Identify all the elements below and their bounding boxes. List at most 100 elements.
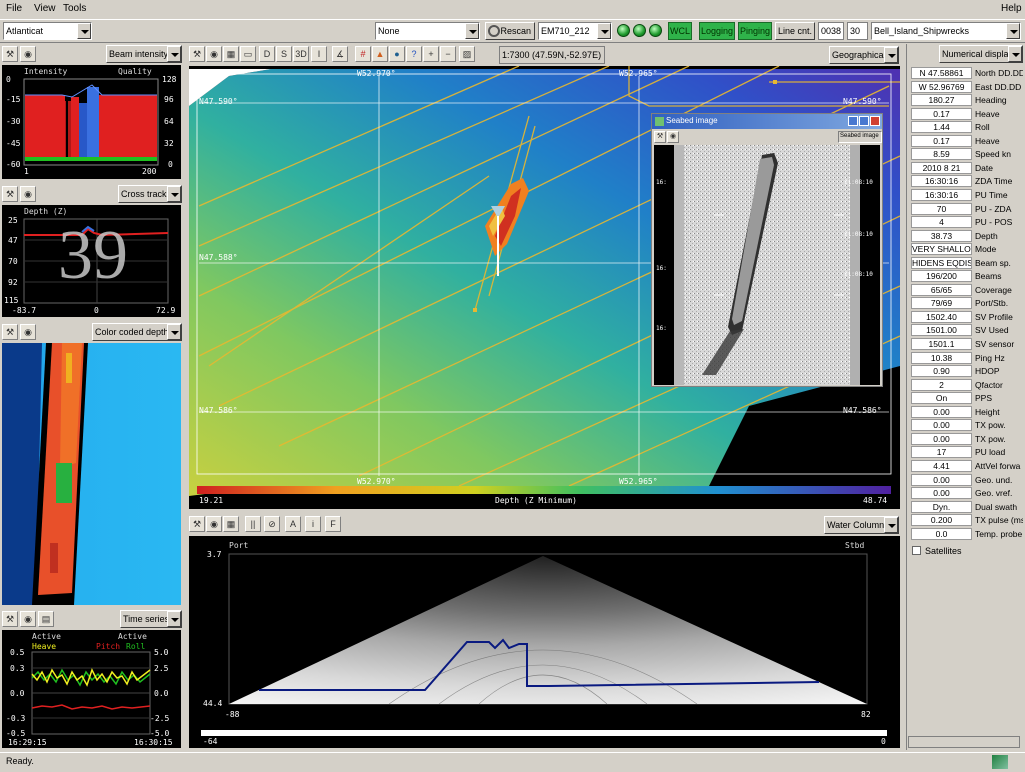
minimize-icon[interactable] [848,116,858,126]
numeric-row: 10.38 Ping Hz [911,351,1023,365]
pause-icon[interactable]: || [245,516,261,532]
view-s-button[interactable]: S [276,46,292,62]
close-icon[interactable] [870,116,880,126]
none-select[interactable]: None [375,22,480,40]
numeric-row: 8.59 Speed kn [911,148,1023,161]
zoom-out-icon[interactable]: − [440,46,456,62]
projection-select[interactable]: Geographical [829,46,899,64]
project-select[interactable]: Atlanticat [3,22,92,40]
y-tick: 70 [8,257,18,266]
numeric-row: 0.0 Temp. probe [911,527,1023,541]
help-icon[interactable]: ? [406,46,422,62]
x-tick: 0 [94,306,99,315]
sounder-select[interactable]: EM710_212 [538,22,612,40]
wc-x-right: 82 [861,710,871,719]
menu-file[interactable]: File [6,3,22,14]
zoom-in-icon[interactable]: + [423,46,439,62]
satellites-checkbox[interactable] [912,546,921,555]
tool-icon[interactable]: ⚒ [2,46,18,62]
horizontal-scrollbar[interactable] [908,736,1020,748]
heave-legend: Heave [32,642,57,651]
cross-track-select[interactable]: Cross track [118,185,182,203]
layers-icon[interactable]: ▦ [223,516,239,532]
time-series-select[interactable]: Time series [120,610,182,628]
numeric-value: 1501.1 [911,338,972,350]
numeric-label: Dual swath [975,501,1018,512]
geographical-map[interactable]: W52.970° W52.965° N47.590° N47.590° N47.… [189,66,900,509]
palette-icon[interactable]: ◉ [20,324,36,340]
color-depth-header: ⚒ ◉ Color coded depth [0,322,184,342]
menu-tools[interactable]: Tools [63,3,86,14]
tool-icon[interactable]: ⚒ [654,131,666,143]
numeric-label: Ping Hz [975,352,1005,363]
water-column-select[interactable]: Water Column [824,516,899,534]
x-tick: 72.9 [156,306,176,315]
lon-label: W52.970° [357,69,396,78]
tool-icon[interactable]: ⚒ [189,46,205,62]
y-tick: -5.0 [150,729,170,738]
depth-label: Depth (Z) [24,207,68,216]
menu-help[interactable]: Help [1001,3,1022,14]
numeric-value: HIDENS EQDIST [911,256,972,269]
chevron-down-icon [1006,23,1020,39]
vessel-icon[interactable]: ▲ [372,46,388,62]
y-tick: 5.0 [154,648,169,657]
numeric-label: Heave [975,108,1000,119]
chevron-down-icon [167,186,181,202]
numeric-row: 0.00 TX pow. [911,432,1023,446]
view-d-button[interactable]: D [259,46,275,62]
active-label: Active [118,632,147,641]
view-i-button[interactable]: I [311,46,327,62]
tool-icon[interactable]: ⚒ [2,186,18,202]
wcl-button[interactable]: WCL [668,22,692,40]
maximize-icon[interactable] [859,116,869,126]
color-depth-select[interactable]: Color coded depth [92,323,182,341]
numeric-value: 0.17 [911,134,972,147]
main-toolbar: Atlanticat None Rescan EM710_212 WCL Log… [0,19,1025,43]
slash-icon[interactable]: ⊘ [264,516,280,532]
globe-icon[interactable]: ● [389,46,405,62]
numeric-value: 1.44 [911,121,972,134]
numeric-value: 0.90 [911,365,972,378]
layers-icon[interactable]: ▦ [223,46,239,62]
ping-count-field[interactable]: 30 [847,22,868,40]
chart-icon[interactable]: ▤ [38,611,54,627]
tray-icon [992,755,1008,769]
seabed-image-window[interactable]: Seabed image ⚒ ◉ Seabed image 16: 21:08:… [651,113,883,387]
logging-button[interactable]: Logging [699,22,735,40]
menu-view[interactable]: View [34,3,56,14]
palette-icon[interactable]: ◉ [20,611,36,627]
palette-icon[interactable]: ◉ [20,46,36,62]
palette-icon[interactable]: ◉ [20,186,36,202]
info-icon[interactable]: i [305,516,321,532]
wc-x-left: -88 [225,710,240,719]
tool-icon[interactable]: ⚒ [189,516,205,532]
measure-icon[interactable]: ∡ [332,46,348,62]
grid-icon[interactable]: # [355,46,371,62]
palette-icon[interactable]: ◉ [206,46,222,62]
wc-scale-right: 0 [881,737,886,746]
line-number-field[interactable]: 0038 [818,22,844,40]
seabed-select[interactable]: Seabed image [838,131,882,143]
pinging-button[interactable]: Pinging [738,22,772,40]
chevron-down-icon [884,47,898,63]
numeric-row: 70 PU - ZDA [911,202,1023,216]
print-icon[interactable]: ▭ [240,46,256,62]
numeric-row: 4 PU - POS [911,216,1023,229]
tool-icon[interactable]: ⚒ [2,611,18,627]
numeric-row: 0.00 Geo. vref. [911,487,1023,500]
palette-icon[interactable]: ◉ [206,516,222,532]
palette-icon[interactable]: ◉ [667,131,679,143]
amplitude-icon[interactable]: A [285,516,301,532]
hatch-icon[interactable]: ▨ [459,46,475,62]
tool-icon[interactable]: ⚒ [2,324,18,340]
filter-icon[interactable]: F [325,516,341,532]
beam-intensity-select[interactable]: Beam intensity [106,45,182,63]
numeric-label: Roll [975,122,990,133]
survey-select[interactable]: Bell_Island_Shipwrecks [871,22,1021,40]
view-3d-button[interactable]: 3D [293,46,309,62]
numerical-display-select[interactable]: Numerical display [939,45,1023,63]
line-count-button[interactable]: Line cnt. [775,22,815,40]
numeric-value: 10.38 [911,351,972,364]
rescan-button[interactable]: Rescan [485,22,535,40]
